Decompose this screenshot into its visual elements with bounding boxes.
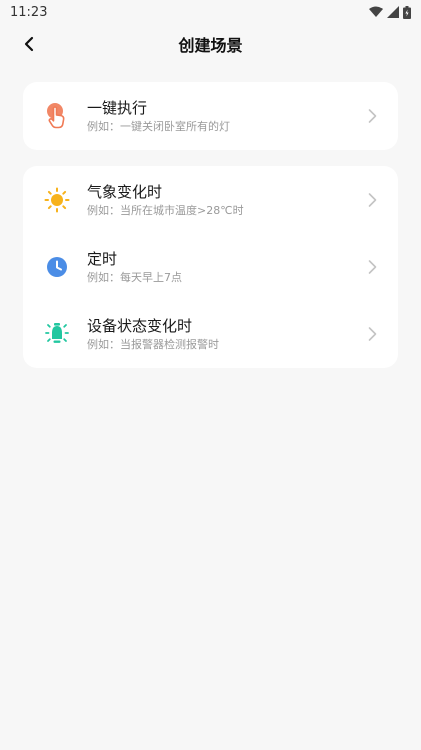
row-title: 一键执行 [87,99,148,117]
sun-icon [43,186,71,214]
row-subtitle: 例如：当所在城市温度>28℃时 [87,204,244,217]
row-title: 气象变化时 [87,183,163,201]
tap-hand-icon [43,102,71,130]
battery-icon [403,5,411,19]
quick-action-card: 一键执行 例如：一键关闭卧室所有的灯 [23,82,398,150]
app-header: 创建场景 [0,24,421,64]
row-text: 定时 例如：每天早上7点 [87,249,182,286]
status-time: 11:23 [10,4,48,20]
wifi-icon [369,6,383,17]
bulb-icon [43,320,71,348]
chevron-right-icon [366,258,378,276]
page-title: 创建场景 [178,36,243,55]
status-bar: 11:23 [0,0,421,24]
status-icons [369,5,411,19]
chevron-right-icon [366,191,378,209]
row-title: 定时 [87,250,118,268]
row-subtitle: 例如：每天早上7点 [87,271,182,284]
one-tap-execute-row[interactable]: 一键执行 例如：一键关闭卧室所有的灯 [23,82,398,149]
chevron-right-icon [366,107,378,125]
row-text: 气象变化时 例如：当所在城市温度>28℃时 [87,182,244,219]
row-subtitle: 例如：一键关闭卧室所有的灯 [87,120,230,133]
condition-card: 气象变化时 例如：当所在城市温度>28℃时 定时 例如：每天早上7点 设备状态变… [23,166,398,368]
signal-icon [387,6,399,18]
clock-icon [43,253,71,281]
back-arrow-icon [24,36,34,52]
chevron-right-icon [366,325,378,343]
back-button[interactable] [14,28,44,60]
timer-row[interactable]: 定时 例如：每天早上7点 [23,233,398,300]
row-title: 设备状态变化时 [87,317,193,335]
row-subtitle: 例如：当报警器检测报警时 [87,338,219,351]
device-status-change-row[interactable]: 设备状态变化时 例如：当报警器检测报警时 [23,300,398,367]
weather-change-row[interactable]: 气象变化时 例如：当所在城市温度>28℃时 [23,166,398,233]
row-text: 设备状态变化时 例如：当报警器检测报警时 [87,316,219,353]
row-text: 一键执行 例如：一键关闭卧室所有的灯 [87,98,230,135]
